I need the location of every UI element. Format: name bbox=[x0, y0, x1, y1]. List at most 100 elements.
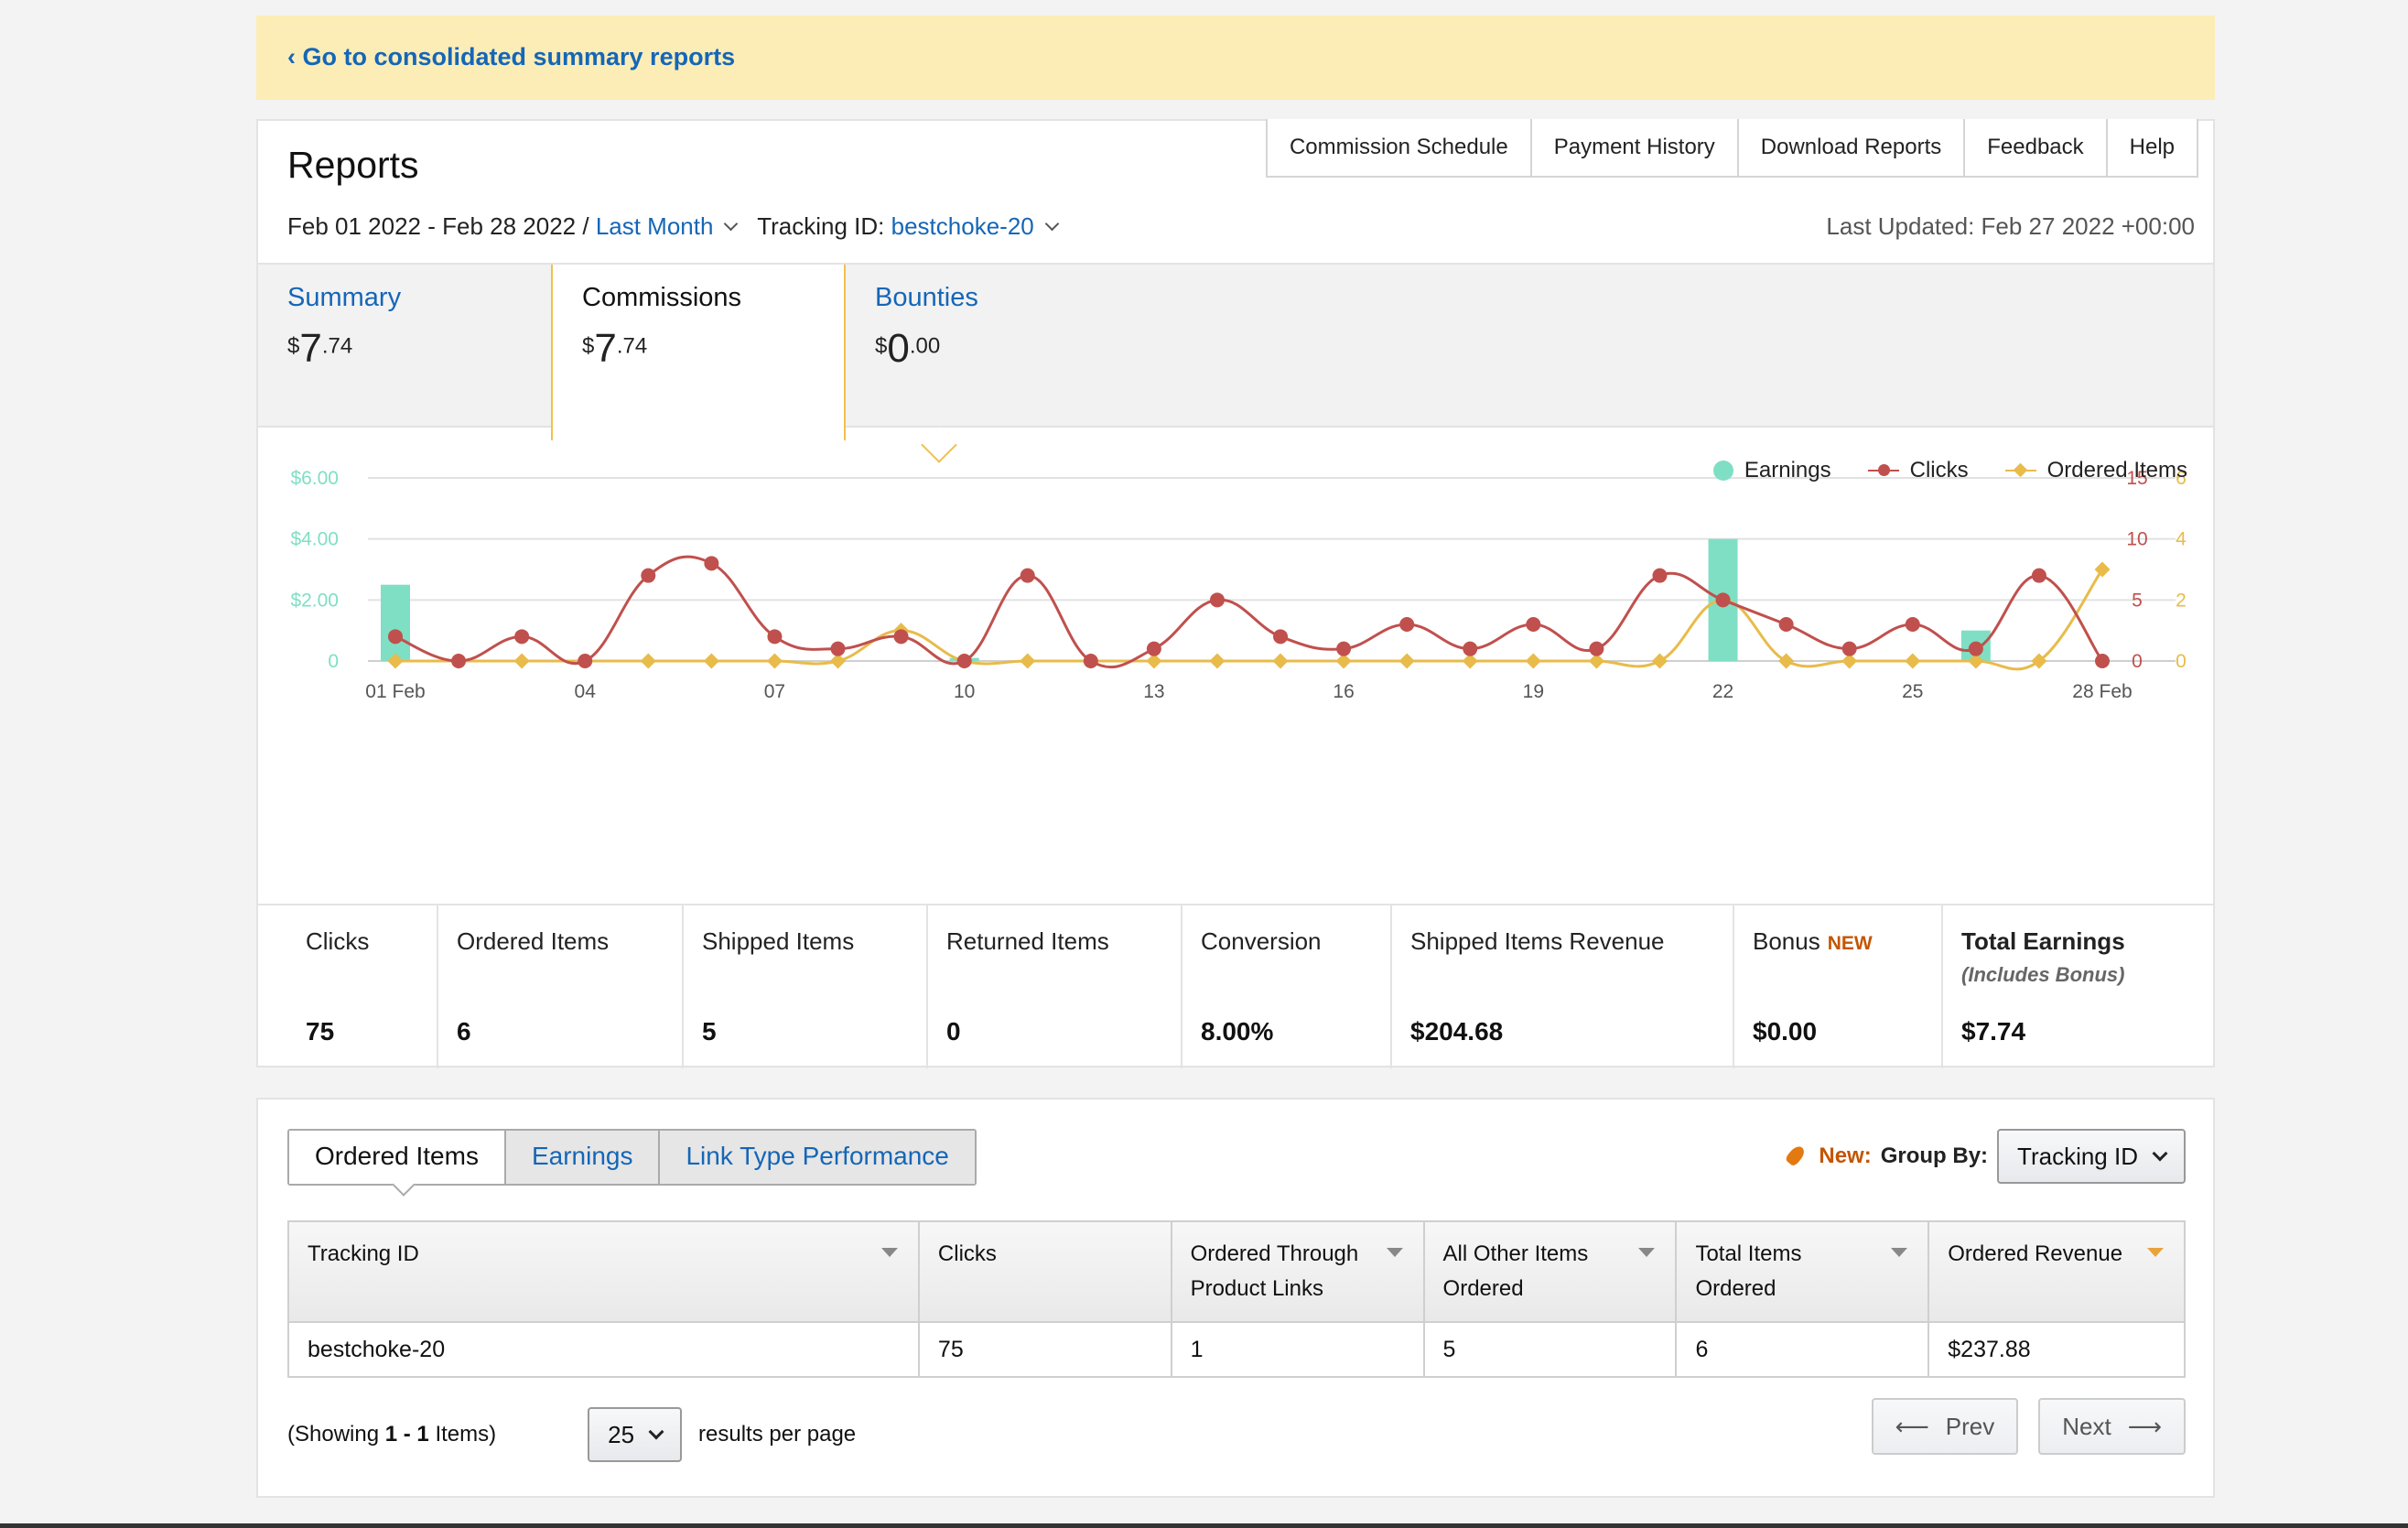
ordered-items-point bbox=[1905, 653, 1921, 669]
sort-icon[interactable] bbox=[1891, 1248, 1908, 1257]
consolidated-banner: ‹ Go to consolidated summary reports bbox=[256, 16, 2215, 100]
clicks-point bbox=[1020, 568, 1035, 583]
tab-bounties-label[interactable]: Bounties bbox=[875, 283, 1109, 313]
clicks-point bbox=[641, 568, 656, 583]
nav-commission-schedule[interactable]: Commission Schedule bbox=[1267, 119, 1530, 176]
tracking-id-label: Tracking ID: bbox=[757, 212, 885, 240]
ordered-items-point bbox=[766, 653, 783, 669]
tab-bounties-value: $0.00 bbox=[875, 326, 941, 371]
y-tick-clicks: 0 bbox=[2132, 651, 2143, 672]
tracking-id-dropdown[interactable]: bestchoke-20 bbox=[891, 212, 1034, 240]
earnings-swatch-icon bbox=[1712, 461, 1733, 481]
col-total-items[interactable]: Total Items Ordered bbox=[1675, 1220, 1930, 1323]
chart-legend: Earnings Clicks Ordered Items bbox=[1712, 458, 2187, 483]
prev-button[interactable]: ⟵ Prev bbox=[1871, 1398, 2019, 1455]
clicks-point bbox=[1463, 641, 1478, 656]
chevron-down-icon[interactable] bbox=[1044, 216, 1060, 232]
clicks-point bbox=[1652, 568, 1668, 583]
sort-active-icon[interactable] bbox=[2147, 1248, 2164, 1257]
top-nav: Commission Schedule Payment History Down… bbox=[1265, 119, 2198, 178]
period-dropdown[interactable]: Last Month bbox=[596, 212, 714, 240]
clicks-point bbox=[514, 629, 530, 645]
clicks-point bbox=[1083, 654, 1098, 668]
sort-icon[interactable] bbox=[880, 1248, 898, 1257]
clicks-point bbox=[2031, 568, 2046, 583]
clicks-point bbox=[1778, 617, 1794, 632]
legend-clicks[interactable]: Clicks bbox=[1867, 458, 1969, 483]
ordered-items-point bbox=[1209, 653, 1226, 669]
group-by-select[interactable]: Tracking ID bbox=[1997, 1129, 2186, 1184]
stat-shipped-revenue: Shipped Items Revenue $204.68 bbox=[1390, 905, 1733, 1068]
row-other-items: 5 bbox=[1422, 1321, 1678, 1378]
sort-icon[interactable] bbox=[1386, 1248, 1403, 1257]
clicks-point bbox=[1146, 641, 1161, 656]
group-by: New: Group By: Tracking ID bbox=[1784, 1129, 2186, 1184]
row-ordered-through: 1 bbox=[1170, 1321, 1425, 1378]
chevron-down-icon bbox=[648, 1424, 664, 1440]
clicks-point bbox=[767, 629, 783, 645]
window-bottom-edge bbox=[0, 1523, 2408, 1528]
row-clicks: 75 bbox=[917, 1321, 1172, 1378]
chevron-down-icon[interactable] bbox=[724, 216, 739, 232]
nav-payment-history[interactable]: Payment History bbox=[1529, 119, 1737, 176]
ordered-items-point bbox=[2094, 561, 2111, 578]
clicks-point bbox=[956, 654, 972, 668]
next-button[interactable]: Next ⟶ bbox=[2038, 1398, 2186, 1455]
tab-bounties[interactable]: Bounties $0.00 bbox=[846, 265, 1139, 428]
clicks-point bbox=[1399, 617, 1415, 632]
col-all-other-items[interactable]: All Other Items Ordered bbox=[1422, 1220, 1678, 1323]
ordered-items-point bbox=[703, 653, 719, 669]
clicks-point bbox=[578, 654, 593, 668]
legend-earnings[interactable]: Earnings bbox=[1712, 458, 1831, 483]
nav-help[interactable]: Help bbox=[2105, 119, 2197, 176]
tab-commissions-label[interactable]: Commissions bbox=[582, 283, 815, 313]
nav-feedback[interactable]: Feedback bbox=[1963, 119, 2106, 176]
date-range: Feb 01 2022 - Feb 28 2022 / bbox=[287, 212, 589, 240]
page-title: Reports bbox=[287, 144, 419, 186]
col-ordered-through-links[interactable]: Ordered Through Product Links bbox=[1170, 1220, 1425, 1323]
x-tick-label: 22 bbox=[1712, 681, 1733, 702]
clicks-point bbox=[1589, 641, 1604, 656]
ordered-items-point bbox=[1272, 653, 1289, 669]
tab-summary[interactable]: Summary $7.74 bbox=[258, 265, 551, 428]
clicks-point bbox=[1715, 592, 1731, 608]
sort-icon[interactable] bbox=[1638, 1248, 1656, 1257]
tab-commissions[interactable]: Commissions $7.74 bbox=[551, 265, 846, 440]
clicks-point bbox=[1209, 592, 1225, 608]
legend-ordered-items[interactable]: Ordered Items bbox=[2004, 458, 2187, 483]
clicks-point bbox=[388, 629, 403, 645]
y-tick-clicks: 5 bbox=[2132, 590, 2143, 611]
consolidated-summary-link[interactable]: ‹ Go to consolidated summary reports bbox=[287, 43, 735, 71]
tab-ordered-items[interactable]: Ordered Items bbox=[289, 1131, 504, 1184]
earnings-bar bbox=[381, 584, 410, 661]
clicks-point bbox=[2095, 654, 2110, 668]
new-badge: NEW bbox=[1827, 933, 1873, 954]
col-clicks[interactable]: Clicks bbox=[917, 1220, 1172, 1323]
row-tracking-id-link[interactable]: bestchoke-20 bbox=[287, 1321, 920, 1378]
clicks-point bbox=[1905, 617, 1920, 632]
tab-earnings[interactable]: Earnings bbox=[503, 1131, 659, 1184]
tab-summary-value: $7.74 bbox=[287, 326, 353, 371]
col-ordered-revenue[interactable]: Ordered Revenue bbox=[1927, 1220, 2186, 1323]
clicks-point bbox=[830, 641, 846, 656]
arrow-right-icon: ⟶ bbox=[2127, 1412, 2162, 1440]
y-tick-earnings: $4.00 bbox=[290, 529, 339, 550]
per-page-select[interactable]: 25 bbox=[588, 1407, 683, 1462]
nav-download-reports[interactable]: Download Reports bbox=[1736, 119, 1964, 176]
clicks-point bbox=[1526, 617, 1541, 632]
stat-bonus: Bonus NEW $0.00 bbox=[1733, 905, 1941, 1068]
clicks-point bbox=[1273, 629, 1289, 645]
x-tick-label: 28 Feb bbox=[2072, 681, 2132, 702]
tab-link-type-performance[interactable]: Link Type Performance bbox=[658, 1131, 975, 1184]
y-tick-clicks: 10 bbox=[2126, 529, 2147, 550]
y-tick-earnings: $6.00 bbox=[290, 468, 339, 489]
x-tick-label: 16 bbox=[1333, 681, 1354, 702]
x-tick-label: 25 bbox=[1902, 681, 1923, 702]
x-tick-label: 10 bbox=[954, 681, 975, 702]
clicks-point bbox=[1841, 641, 1857, 656]
col-tracking-id[interactable]: Tracking ID bbox=[287, 1220, 920, 1323]
breakdown-tabs: Ordered Items Earnings Link Type Perform… bbox=[287, 1129, 977, 1186]
showing-info: (Showing 1 - 1 Items) 25 results per pag… bbox=[287, 1407, 856, 1462]
stat-ordered-items: Ordered Items 6 bbox=[437, 905, 682, 1068]
tab-summary-label[interactable]: Summary bbox=[287, 283, 522, 313]
